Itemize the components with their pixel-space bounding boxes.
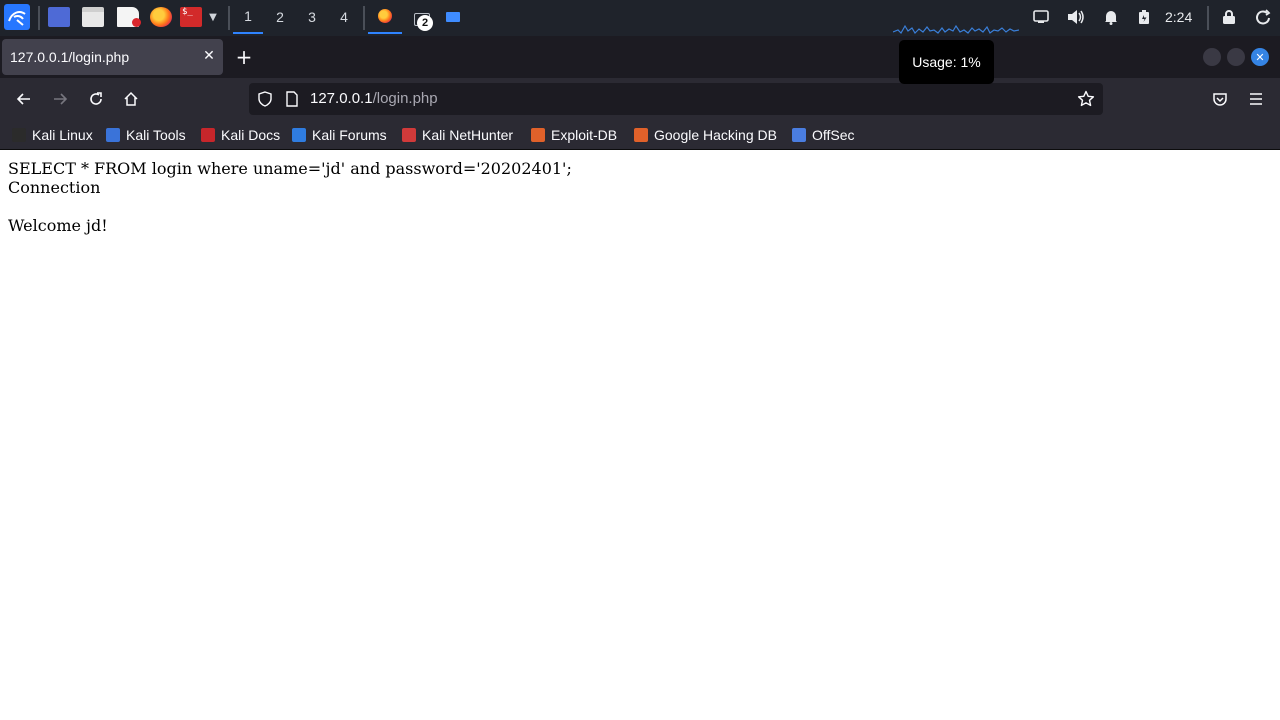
minimize-button[interactable]	[1203, 48, 1221, 66]
panel-separator	[363, 6, 365, 30]
bookmark-label: Kali Linux	[32, 127, 93, 143]
bookmark-offsec[interactable]: OffSec	[792, 126, 855, 144]
tab-title: 127.0.0.1/login.php	[10, 49, 130, 65]
panel-separator	[38, 6, 40, 30]
clock[interactable]: 2:24	[1165, 9, 1192, 25]
bookmarks-toolbar: Kali Linux Kali Tools Kali Docs Kali For…	[0, 120, 1280, 150]
firefox-icon	[378, 9, 392, 23]
tracking-shield-icon[interactable]	[257, 91, 273, 111]
new-tab-button[interactable]: +	[232, 45, 256, 69]
pocket-icon[interactable]	[1207, 87, 1233, 111]
volume-icon[interactable]	[1065, 6, 1087, 28]
line-break	[8, 197, 1272, 216]
kali-menu-icon[interactable]	[4, 4, 30, 30]
kali-tools-icon	[106, 128, 120, 142]
display-icon[interactable]	[1030, 6, 1052, 28]
workspace-4[interactable]: 4	[329, 0, 359, 34]
tab-login[interactable]: 127.0.0.1/login.php ✕	[2, 39, 223, 75]
offsec-icon	[792, 128, 806, 142]
close-tab-icon[interactable]: ✕	[198, 45, 220, 67]
bookmark-label: Google Hacking DB	[654, 127, 777, 143]
bookmark-google-hacking-db[interactable]: Google Hacking DB	[634, 126, 777, 144]
window-file-manager[interactable]	[443, 8, 463, 26]
bookmark-kali-docs[interactable]: Kali Docs	[201, 126, 280, 144]
bell-icon[interactable]	[1100, 6, 1122, 28]
bookmark-kali-forums[interactable]: Kali Forums	[292, 126, 387, 144]
desktop-icon[interactable]	[48, 7, 70, 27]
menu-icon[interactable]	[1243, 87, 1269, 111]
lock-icon[interactable]	[1218, 6, 1240, 28]
bookmark-kali-linux[interactable]: Kali Linux	[12, 126, 93, 144]
home-button[interactable]	[118, 87, 144, 111]
kali-nethunter-icon	[402, 128, 416, 142]
reload-button[interactable]	[83, 87, 109, 111]
forward-button[interactable]	[47, 87, 73, 111]
maximize-button[interactable]	[1227, 48, 1245, 66]
cpu-usage-tooltip: Usage: 1%	[899, 40, 994, 84]
battery-icon[interactable]	[1133, 6, 1155, 28]
bookmark-label: OffSec	[812, 127, 855, 143]
panel-separator	[1207, 6, 1209, 30]
url-host: 127.0.0.1	[310, 90, 373, 107]
tab-bar: 127.0.0.1/login.php ✕ + ✕	[0, 36, 1280, 78]
text-editor-icon[interactable]	[117, 7, 141, 27]
sql-query-text: SELECT * FROM login where uname='jd' and…	[8, 159, 572, 178]
url-path: /login.php	[372, 90, 438, 107]
page-info-icon[interactable]	[285, 91, 299, 111]
top-panel: $_ ▼ 1 2 3 4 2 2:24	[0, 0, 1280, 36]
kali-linux-icon	[12, 128, 26, 142]
window-firefox[interactable]	[368, 0, 402, 34]
bookmark-label: Kali Docs	[221, 127, 281, 143]
url-text[interactable]: 127.0.0.1/login.php	[310, 90, 438, 107]
google-hacking-db-icon	[634, 128, 648, 142]
exploit-db-icon	[531, 128, 545, 142]
workspace-2[interactable]: 2	[265, 0, 295, 34]
bookmark-kali-tools[interactable]: Kali Tools	[106, 126, 186, 144]
bookmark-star-icon[interactable]	[1077, 90, 1095, 112]
file-manager-icon[interactable]	[82, 7, 104, 27]
kali-docs-icon	[201, 128, 215, 142]
url-bar[interactable]: 127.0.0.1/login.php	[249, 83, 1103, 115]
back-button[interactable]	[11, 87, 37, 111]
chevron-down-icon[interactable]: ▼	[205, 8, 221, 26]
close-window-button[interactable]: ✕	[1251, 48, 1269, 66]
terminal-icon-text: $_	[182, 7, 193, 17]
cpu-graph[interactable]	[893, 12, 1019, 34]
bookmark-label: Kali Tools	[126, 127, 186, 143]
panel-separator	[228, 6, 230, 30]
page-content: SELECT * FROM login where uname='jd' and…	[0, 151, 1280, 720]
bookmark-kali-nethunter[interactable]: Kali NetHunter	[402, 126, 513, 144]
navigation-toolbar: 127.0.0.1/login.php	[0, 78, 1280, 120]
connection-text: Connection	[8, 178, 101, 197]
bookmark-label: Kali NetHunter	[422, 127, 514, 143]
workspace-3[interactable]: 3	[297, 0, 327, 34]
welcome-message: Welcome jd!	[8, 216, 108, 235]
terminal-icon[interactable]: $_	[180, 7, 202, 27]
bookmark-exploit-db[interactable]: Exploit-DB	[531, 126, 617, 144]
power-icon[interactable]	[1252, 6, 1274, 28]
folder-icon	[446, 12, 460, 22]
firefox-icon[interactable]	[150, 7, 172, 27]
terminal-window-count-badge: 2	[417, 15, 433, 31]
workspace-1[interactable]: 1	[233, 0, 263, 34]
bookmark-label: Exploit-DB	[551, 127, 618, 143]
bookmark-label: Kali Forums	[312, 127, 387, 143]
kali-forums-icon	[292, 128, 306, 142]
